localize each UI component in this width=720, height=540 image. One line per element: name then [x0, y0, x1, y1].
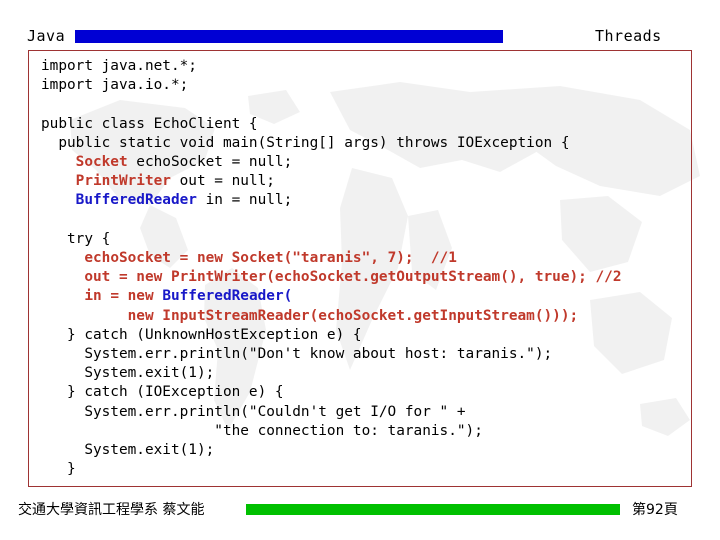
code-span [41, 269, 84, 285]
code-span [41, 250, 84, 266]
code-block-frame: import java.net.*; import java.io.*; pub… [28, 50, 692, 487]
code-span: out = new PrintWriter(echoSocket.getOutp… [84, 269, 622, 286]
code-span [41, 173, 76, 189]
footer-page-number: 第92頁 [632, 502, 678, 518]
footer-accent-bar [246, 504, 620, 515]
header-topic: Threads [595, 27, 662, 45]
code-span: System.exit(1); [41, 442, 215, 459]
code-span: } catch (UnknownHostException e) { [41, 326, 362, 343]
code-span: try { [41, 230, 111, 247]
code-span: out = null; [170, 173, 275, 190]
code-span: System.exit(1); [41, 365, 215, 382]
code-span: in = new [84, 288, 163, 305]
code-span: BufferedReader( [162, 288, 293, 305]
footer-organization: 交通大學資訊工程學系 蔡文能 [18, 502, 205, 518]
code-span: System.err.println("Don't know about hos… [41, 346, 553, 363]
code-span: in = null; [196, 192, 293, 209]
code-span: PrintWriter [75, 173, 171, 190]
code-span: } [41, 461, 76, 478]
code-span [41, 308, 128, 324]
code-span: echoSocket = new Socket("taranis", 7); /… [84, 250, 457, 267]
code-span: "the connection to: taranis."); [41, 422, 483, 439]
code-span: echoSocket = null; [127, 154, 293, 171]
header-accent-bar [75, 30, 503, 43]
code-span: Socket [75, 154, 128, 171]
code-span: } catch (IOException e) { [41, 384, 284, 401]
slide-footer: 交通大學資訊工程學系 蔡文能 第92頁 [0, 498, 720, 528]
slide-header: Java Threads [0, 26, 720, 50]
code-span: public class EchoClient { [41, 115, 258, 132]
code-span: System.err.println("Couldn't get I/O for… [41, 403, 466, 420]
code-span: import java.io.*; [41, 77, 189, 94]
java-code-listing: import java.net.*; import java.io.*; pub… [41, 57, 622, 479]
header-title: Java [27, 27, 66, 45]
code-span: public static void main(String[] args) t… [41, 134, 570, 151]
code-span [41, 154, 76, 170]
code-span: new InputStreamReader(echoSocket.getInpu… [127, 307, 579, 324]
code-span [41, 288, 84, 304]
code-span [41, 192, 76, 208]
code-span: BufferedReader [75, 192, 197, 209]
code-span: import java.net.*; [41, 58, 197, 74]
